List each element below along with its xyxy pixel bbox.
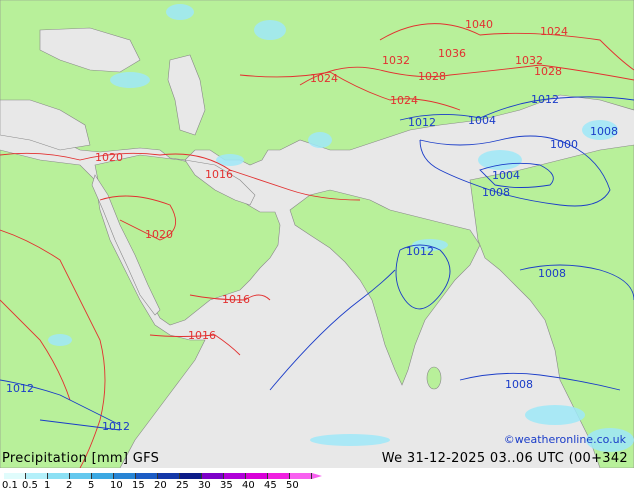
legend-swatch bbox=[158, 473, 180, 479]
legend-swatch bbox=[92, 473, 114, 479]
isobar-label: 1016 bbox=[222, 293, 250, 306]
isobar-label: 1040 bbox=[465, 18, 493, 31]
isobar-label: 1020 bbox=[145, 228, 173, 241]
legend-tick-label: 30 bbox=[198, 480, 211, 491]
legend-swatch bbox=[246, 473, 268, 479]
isobar-label: 1008 bbox=[538, 267, 566, 280]
legend-tick-label: 5 bbox=[88, 480, 95, 491]
legend-swatch bbox=[4, 473, 26, 479]
isobar-label: 1024 bbox=[540, 25, 568, 38]
isobar-label: 1004 bbox=[492, 169, 520, 182]
legend-swatch bbox=[290, 473, 312, 479]
legend-swatch bbox=[48, 473, 70, 479]
run-info: We 31-12-2025 03..06 UTC (00+342 bbox=[381, 451, 628, 466]
precip-legend: 0.1 0.5 1 2 5 10 15 20 25 30 35 40 45 50 bbox=[2, 473, 334, 491]
legend-arrow-icon bbox=[312, 473, 322, 479]
legend-ticks: 0.1 0.5 1 2 5 10 15 20 25 30 35 40 45 50 bbox=[2, 480, 334, 491]
legend-tick-label: 0.5 bbox=[22, 480, 38, 491]
legend-swatch bbox=[202, 473, 224, 479]
legend-tick-label: 2 bbox=[66, 480, 73, 491]
legend-swatch bbox=[268, 473, 290, 479]
isobar-label: 1024 bbox=[390, 94, 418, 107]
legend-swatch bbox=[224, 473, 246, 479]
legend-swatch bbox=[70, 473, 92, 479]
isobar-label: 1008 bbox=[505, 378, 533, 391]
legend-tick-label: 40 bbox=[242, 480, 255, 491]
isobar-label: 1008 bbox=[590, 125, 618, 138]
isobar-label: 1012 bbox=[102, 420, 130, 433]
isobar-label: 1000 bbox=[550, 138, 578, 151]
legend-tick-label: 1 bbox=[44, 480, 51, 491]
isobar-label: 1028 bbox=[534, 65, 562, 78]
isobar-label: 1020 bbox=[95, 151, 123, 164]
isobar-label: 1012 bbox=[531, 93, 559, 106]
legend-tick-label: 0.1 bbox=[2, 480, 18, 491]
isobar-label: 1016 bbox=[188, 329, 216, 342]
weather-map: 1040 1024 1036 1032 1028 1032 1028 1024 … bbox=[0, 0, 634, 468]
legend-tick-label: 15 bbox=[132, 480, 145, 491]
legend-tick-label: 20 bbox=[154, 480, 167, 491]
credit-text: ©weatheronline.co.uk bbox=[503, 433, 626, 446]
isobar-label: 1016 bbox=[205, 168, 233, 181]
legend-swatch bbox=[180, 473, 202, 479]
legend-swatch bbox=[136, 473, 158, 479]
isobar-label: 1012 bbox=[6, 382, 34, 395]
isobar-label: 1012 bbox=[408, 116, 436, 129]
isobar-label: 1012 bbox=[406, 245, 434, 258]
legend-tick-label: 25 bbox=[176, 480, 189, 491]
isobar-label: 1004 bbox=[468, 114, 496, 127]
legend-swatch bbox=[114, 473, 136, 479]
isobar-label: 1036 bbox=[438, 47, 466, 60]
isobar-label: 1032 bbox=[382, 54, 410, 67]
legend-tick-label: 10 bbox=[110, 480, 123, 491]
isobar-label: 1028 bbox=[418, 70, 446, 83]
legend-swatch bbox=[26, 473, 48, 479]
legend-tick-label: 50 bbox=[286, 480, 299, 491]
legend-colorbar bbox=[4, 473, 322, 479]
map-title: Precipitation [mm] GFS bbox=[2, 451, 160, 466]
isobar-label: 1024 bbox=[310, 72, 338, 85]
legend-tick-label: 45 bbox=[264, 480, 277, 491]
isobar-label: 1008 bbox=[482, 186, 510, 199]
land-srilanka bbox=[426, 366, 442, 390]
legend-tick-label: 35 bbox=[220, 480, 233, 491]
